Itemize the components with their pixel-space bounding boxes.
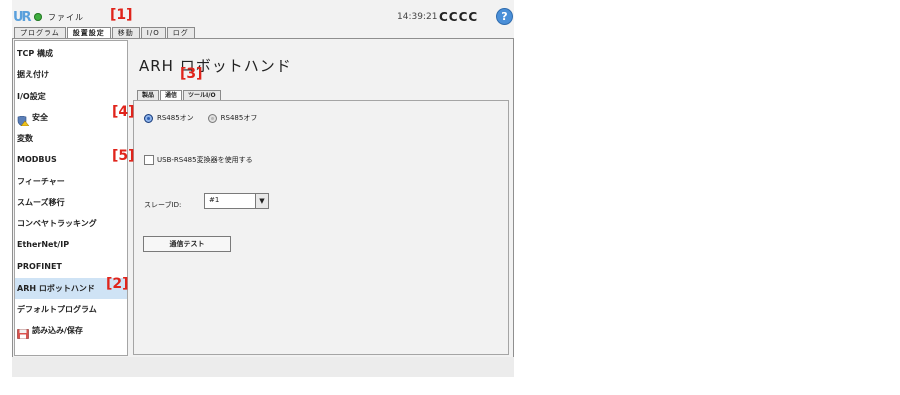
sidebar-item-tcp[interactable]: TCP 構成 [15, 43, 127, 64]
save-icon [17, 326, 29, 339]
rs485-on-label: RS485オン [157, 114, 194, 122]
sidebar-item-label: 安全 [32, 113, 48, 122]
sidebar-item-label: ARH ロボットハンド [17, 284, 95, 293]
sidebar-item-label: MODBUS [17, 155, 57, 164]
content-area: ARH ロボットハンド 製品 通信 ツールI/O RS485オン RS485オフ… [133, 41, 509, 355]
rs485-off-label: RS485オフ [220, 114, 258, 122]
tab-communication[interactable]: 通信 [160, 90, 183, 100]
tab-tool-io[interactable]: ツールI/O [183, 90, 221, 100]
sidebar-item-features[interactable]: フィーチャー [15, 171, 127, 192]
slave-id-value: #1 [209, 196, 220, 204]
usb-converter-row: USB-RS485変換器を使用する [144, 155, 253, 165]
chevron-down-icon[interactable]: ▼ [255, 194, 268, 208]
sidebar-item-safety[interactable]: 安全 [15, 107, 127, 128]
sidebar-item-label: コンベヤトラッキング [17, 219, 97, 228]
sidebar-item-smooth-transition[interactable]: スムーズ移行 [15, 192, 127, 213]
sidebar-item-mounting[interactable]: 据え付け [15, 64, 127, 85]
sidebar-item-label: EtherNet/IP [17, 240, 70, 249]
tab-product[interactable]: 製品 [137, 90, 160, 100]
installation-frame: TCP 構成 据え付け I/O設定 安全 変数 MODBUS フィーチャー スム… [12, 38, 514, 358]
annotation-marker-5: [5] [112, 148, 135, 164]
sidebar-item-variables[interactable]: 変数 [15, 128, 127, 149]
sidebar-item-label: 変数 [17, 134, 33, 143]
sidebar-item-label: TCP 構成 [17, 49, 53, 58]
sidebar-item-profinet[interactable]: PROFINET [15, 256, 127, 277]
status-indicator-icon [34, 13, 42, 21]
sidebar-item-ethernet-ip[interactable]: EtherNet/IP [15, 234, 127, 255]
sidebar-item-label: フィーチャー [17, 177, 65, 186]
sidebar-item-label: PROFINET [17, 262, 62, 271]
tab-io[interactable]: I/O [140, 27, 166, 38]
sidebar-item-label: 据え付け [17, 70, 49, 79]
sidebar-item-label: I/O設定 [17, 92, 46, 101]
communication-panel: RS485オン RS485オフ USB-RS485変換器を使用する スレーブID… [133, 100, 509, 355]
annotation-marker-1: [1] [110, 7, 133, 23]
rs485-off-radio[interactable] [207, 113, 217, 123]
sidebar-item-modbus[interactable]: MODBUS [15, 149, 127, 170]
sidebar: TCP 構成 据え付け I/O設定 安全 変数 MODBUS フィーチャー スム… [14, 40, 128, 356]
ur-logo: UR [13, 10, 32, 25]
file-menu[interactable]: ファイル [48, 12, 84, 23]
slave-id-select[interactable]: #1 ▼ [204, 193, 269, 209]
sidebar-item-load-save[interactable]: 読み込み/保存 [15, 320, 127, 341]
annotation-marker-3: [3] [180, 66, 203, 82]
usb-converter-checkbox[interactable] [144, 155, 154, 165]
sidebar-item-label: デフォルトプログラム [17, 305, 97, 314]
sidebar-item-io-setup[interactable]: I/O設定 [15, 86, 127, 107]
slave-id-label: スレーブID: [144, 201, 182, 209]
polyscope-window: UR ファイル 14:39:21 CCCC ? プログラム 設置設定 移動 I/… [12, 0, 514, 377]
help-icon[interactable]: ? [497, 9, 512, 24]
robot-name: CCCC [439, 10, 479, 24]
annotation-marker-4: [4] [112, 104, 135, 120]
rs485-radio-group: RS485オン RS485オフ [144, 113, 257, 123]
main-tabs: プログラム 設置設定 移動 I/O ログ [14, 27, 196, 38]
sidebar-item-conveyor-tracking[interactable]: コンベヤトラッキング [15, 213, 127, 234]
tab-installation[interactable]: 設置設定 [66, 27, 111, 38]
sidebar-item-default-program[interactable]: デフォルトプログラム [15, 299, 127, 320]
sidebar-item-label: スムーズ移行 [17, 198, 65, 207]
annotation-marker-2: [2] [106, 276, 129, 292]
bottom-bar [12, 357, 514, 377]
sidebar-item-label: 読み込み/保存 [32, 326, 83, 335]
page-title: ARH ロボットハンド [139, 57, 292, 75]
clock: 14:39:21 [397, 12, 438, 22]
communication-test-button[interactable]: 通信テスト [143, 236, 231, 252]
shield-warning-icon [17, 113, 30, 126]
top-bar: UR ファイル 14:39:21 CCCC ? [12, 0, 514, 27]
tab-log[interactable]: ログ [166, 27, 195, 38]
tab-program[interactable]: プログラム [14, 27, 66, 38]
usb-converter-label: USB-RS485変換器を使用する [157, 156, 253, 164]
rs485-on-radio[interactable] [144, 113, 153, 123]
content-tabs: 製品 通信 ツールI/O [137, 90, 222, 100]
tab-move[interactable]: 移動 [111, 27, 140, 38]
